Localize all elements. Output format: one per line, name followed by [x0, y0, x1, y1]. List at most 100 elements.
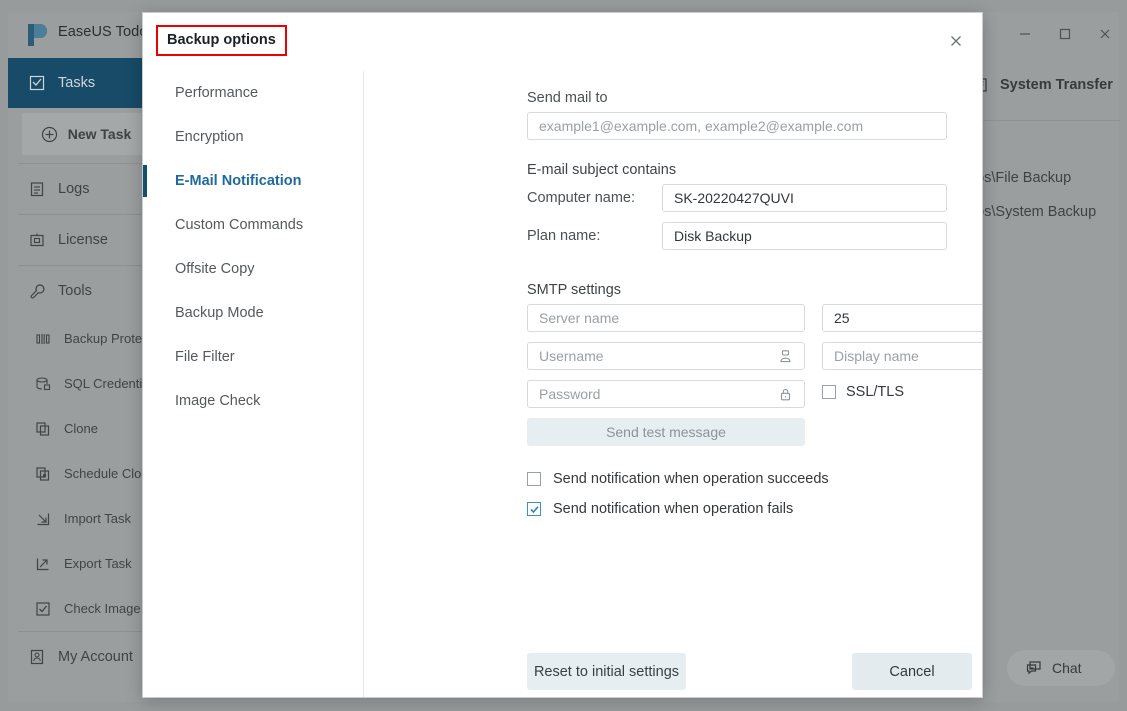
export-task-icon	[34, 555, 52, 573]
sql-credential-icon	[34, 375, 52, 393]
ssl-tls-label: SSL/TLS	[846, 384, 904, 400]
smtp-server-input[interactable]: Server name	[527, 304, 805, 332]
sidebar-item-label: License	[58, 232, 108, 248]
sidebar-item-label: Check Image	[64, 601, 141, 616]
chat-icon	[1025, 659, 1043, 677]
license-icon	[28, 231, 46, 249]
sidebar-item-label: SQL Credential	[64, 376, 152, 391]
sidebar-item-logs[interactable]: Logs	[8, 164, 160, 214]
sidebar-item-license[interactable]: License	[8, 215, 160, 265]
sidebar-item-label: My Account	[58, 649, 133, 665]
cancel-button[interactable]: Cancel	[852, 653, 972, 690]
sidebar-item-backup-protect[interactable]: Backup Protect	[8, 316, 160, 361]
dialog-nav-label: Backup Mode	[175, 305, 264, 321]
new-task-label: New Task	[68, 126, 132, 142]
smtp-display-name-placeholder: Display name	[834, 348, 919, 364]
sidebar-item-schedule-clone[interactable]: Schedule Clone	[8, 451, 160, 496]
sidebar-item-import-task[interactable]: Import Task	[8, 496, 160, 541]
backup-path-file: ups\File Backup	[968, 170, 1071, 186]
maximize-icon[interactable]	[1050, 20, 1080, 48]
notify-success-row[interactable]: Send notification when operation succeed…	[527, 471, 829, 487]
sidebar-item-check-image[interactable]: Check Image	[8, 586, 160, 631]
smtp-password-placeholder: Password	[539, 386, 600, 402]
dialog-nav: Performance Encryption E-Mail Notificati…	[143, 71, 364, 698]
computer-name-input[interactable]: SK-20220427QUVI	[662, 184, 947, 212]
dialog-body: Send mail to example1@example.com, examp…	[365, 71, 983, 698]
sidebar-item-sql-credential[interactable]: SQL Credential	[8, 361, 160, 406]
system-transfer-label: System Transfer	[1000, 77, 1113, 93]
user-icon	[778, 349, 793, 364]
dialog-nav-label: File Filter	[175, 349, 235, 365]
easeus-logo-icon	[22, 20, 52, 50]
backup-protect-icon	[34, 330, 52, 348]
logs-icon	[28, 180, 46, 198]
smtp-settings-label: SMTP settings	[527, 282, 621, 298]
check-image-icon	[34, 600, 52, 618]
sidebar-item-tasks[interactable]: Tasks	[8, 58, 160, 108]
plus-circle-icon	[41, 125, 59, 143]
dialog-title-highlight: Backup options	[156, 25, 287, 56]
send-mail-to-label: Send mail to	[527, 90, 608, 106]
dialog-nav-label: Encryption	[175, 129, 244, 145]
account-icon	[28, 648, 46, 666]
close-icon[interactable]	[1090, 20, 1120, 48]
clone-icon	[34, 420, 52, 438]
minimize-icon[interactable]	[1010, 20, 1040, 48]
computer-name-label: Computer name:	[527, 190, 635, 206]
schedule-clone-icon	[34, 465, 52, 483]
import-task-icon	[34, 510, 52, 528]
sidebar-item-export-task[interactable]: Export Task	[8, 541, 160, 586]
sidebar-item-label: Tools	[58, 283, 92, 299]
notify-fail-row[interactable]: Send notification when operation fails	[527, 501, 793, 517]
dialog-nav-backup-mode[interactable]: Backup Mode	[143, 291, 363, 335]
plan-name-label: Plan name:	[527, 228, 600, 244]
notify-success-checkbox[interactable]	[527, 472, 541, 486]
lock-icon	[778, 387, 793, 402]
smtp-display-name-input[interactable]: Display name	[822, 342, 983, 370]
notify-fail-checkbox[interactable]	[527, 502, 541, 516]
panel-divider	[968, 120, 1120, 121]
sidebar-item-label: Backup Protect	[64, 331, 152, 346]
smtp-username-placeholder: Username	[539, 348, 604, 364]
system-transfer-item[interactable]: System Transfer	[972, 76, 1113, 94]
send-mail-to-input[interactable]: example1@example.com, example2@example.c…	[527, 112, 947, 140]
notify-fail-label: Send notification when operation fails	[553, 501, 793, 517]
dialog-nav-label: Offsite Copy	[175, 261, 255, 277]
dialog-nav-performance[interactable]: Performance	[143, 71, 363, 115]
dialog-nav-offsite-copy[interactable]: Offsite Copy	[143, 247, 363, 291]
reset-to-initial-settings-button[interactable]: Reset to initial settings	[527, 653, 686, 690]
backup-path-system: ups\System Backup	[968, 204, 1096, 220]
app-sidebar: Tasks New Task Logs License	[8, 58, 160, 702]
dialog-nav-file-filter[interactable]: File Filter	[143, 335, 363, 379]
dialog-nav-custom-commands[interactable]: Custom Commands	[143, 203, 363, 247]
dialog-nav-encryption[interactable]: Encryption	[143, 115, 363, 159]
dialog-nav-email-notification[interactable]: E-Mail Notification	[143, 159, 363, 203]
ssl-tls-checkbox[interactable]	[822, 385, 836, 399]
dialog-nav-label: Performance	[175, 85, 258, 101]
smtp-username-input[interactable]: Username	[527, 342, 805, 370]
new-task-button[interactable]: New Task	[22, 113, 150, 155]
app-brand-title: EaseUS Todo	[58, 24, 148, 40]
email-subject-section-label: E-mail subject contains	[527, 162, 676, 178]
dialog-nav-image-check[interactable]: Image Check	[143, 379, 363, 423]
dialog-nav-label: Custom Commands	[175, 217, 303, 233]
chat-label: Chat	[1052, 660, 1082, 676]
sidebar-item-tools[interactable]: Tools	[8, 266, 160, 316]
sidebar-item-label: Clone	[64, 421, 98, 436]
sidebar-item-label: Import Task	[64, 511, 131, 526]
smtp-password-input[interactable]: Password	[527, 380, 805, 408]
chat-button[interactable]: Chat	[1007, 650, 1115, 686]
sidebar-item-label: Export Task	[64, 556, 132, 571]
ssl-tls-checkbox-row[interactable]: SSL/TLS	[822, 384, 904, 400]
close-icon[interactable]	[939, 24, 973, 58]
smtp-port-input[interactable]: 25	[822, 304, 983, 332]
dialog-nav-label: E-Mail Notification	[175, 173, 301, 189]
sidebar-item-label: Logs	[58, 181, 89, 197]
dialog-title: Backup options	[167, 32, 276, 48]
backup-options-dialog: Backup options Performance Encryption E-…	[142, 12, 983, 698]
dialog-nav-label: Image Check	[175, 393, 260, 409]
sidebar-item-my-account[interactable]: My Account	[8, 632, 160, 682]
send-test-message-button[interactable]: Send test message	[527, 418, 805, 446]
sidebar-item-clone[interactable]: Clone	[8, 406, 160, 451]
plan-name-input[interactable]: Disk Backup	[662, 222, 947, 250]
